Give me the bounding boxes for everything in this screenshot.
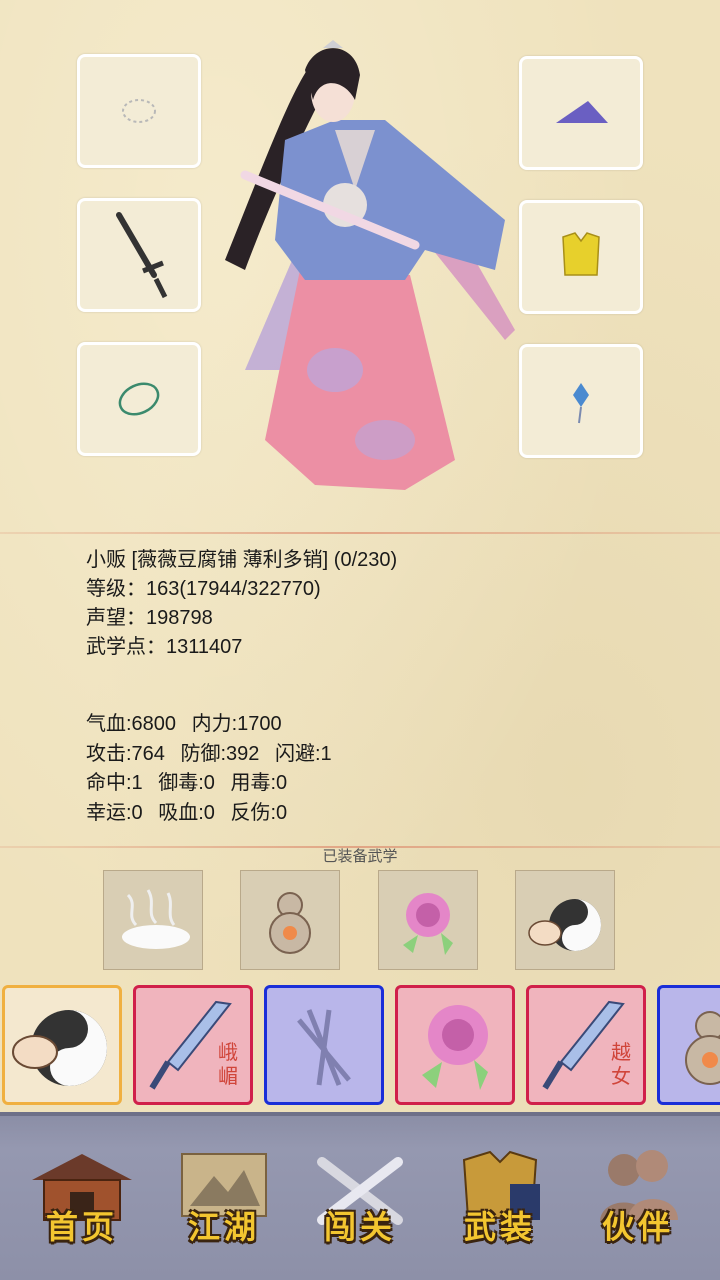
mist-icon: [122, 889, 190, 949]
stats-block: 气血:6800 内力:1700 攻击:764 防御:392 闪避:1 命中:1 …: [86, 710, 342, 828]
armor-slot[interactable]: [519, 200, 643, 314]
yin-yang-fist-icon: [12, 1010, 107, 1086]
nav-home[interactable]: 首页: [22, 1140, 142, 1258]
sect-tag: 峨嵋: [218, 1040, 238, 1088]
skill-card-3[interactable]: [264, 985, 384, 1105]
bamboo-icon: [297, 1009, 351, 1086]
character-title: 小贩 [薇薇豆腐铺 薄利多销] (0/230): [86, 549, 398, 571]
stat-mp: 内力:1700: [191, 713, 282, 735]
equipped-skill-2[interactable]: [240, 870, 340, 970]
stats-row: 攻击:764 防御:392 闪避:1: [86, 740, 342, 770]
bracelet-icon: [118, 382, 160, 416]
equipped-skill-1[interactable]: [103, 870, 203, 970]
rose-icon: [422, 1005, 488, 1090]
stat-luck: 幸运:0: [86, 801, 143, 824]
skill-card-5[interactable]: 越女: [526, 985, 646, 1105]
stat-poison-resist: 御毒:0: [158, 772, 215, 794]
stat-hit: 命中:1: [86, 772, 143, 794]
pendant-icon: [573, 383, 589, 424]
stat-poison-use: 用毒:0: [230, 772, 288, 794]
nav-jianghu[interactable]: 江湖: [164, 1140, 284, 1258]
character-illustration: [225, 40, 515, 490]
yin-yang-fist-icon: [528, 899, 601, 951]
vest-icon: [562, 232, 600, 276]
skill-card-1[interactable]: [2, 985, 122, 1105]
character-martial-points: 武学点：1311407: [86, 636, 243, 658]
stat-attack: 攻击:764: [86, 742, 165, 765]
sword-icon: [116, 212, 168, 299]
necklace-slot[interactable]: [77, 54, 201, 168]
divider-top: [0, 532, 720, 534]
skill-card-4[interactable]: [395, 985, 515, 1105]
bracelet-slot[interactable]: [77, 342, 201, 456]
equipped-martial-label: 已装备武学: [322, 848, 398, 865]
character-info: 小贩 [薇薇豆腐铺 薄利多销] (0/230) 等级：163(17944/322…: [86, 546, 397, 662]
gourd-icon: [685, 1011, 720, 1085]
stats-row: 气血:6800 内力:1700: [86, 710, 342, 740]
stats-row: 幸运:0 吸血:0 反伤:0: [86, 799, 342, 829]
skill-card-6[interactable]: [657, 985, 720, 1105]
rose-icon: [403, 893, 453, 955]
stat-hp: 气血:6800: [86, 713, 177, 735]
nav-jianghu-label: 江湖: [187, 1208, 260, 1246]
nav-home-label: 首页: [45, 1208, 118, 1246]
character-reputation: 声望：198798: [86, 607, 213, 629]
hat-slot[interactable]: [519, 56, 643, 170]
nav-chuangguan[interactable]: 闯关: [300, 1140, 420, 1258]
gourd-icon: [269, 892, 311, 954]
nav-huoban-label: 伙伴: [601, 1208, 674, 1246]
nav-chuangguan-label: 闯关: [323, 1208, 396, 1246]
sect-tag: 越女: [611, 1040, 631, 1088]
weapon-slot[interactable]: [77, 198, 201, 312]
stats-row: 命中:1 御毒:0 用毒:0: [86, 769, 342, 799]
nav-wuzhuang[interactable]: 武装: [440, 1140, 560, 1258]
nav-wuzhuang-label: 武装: [463, 1208, 536, 1246]
equipped-skill-3[interactable]: [378, 870, 478, 970]
hat-icon: [556, 101, 608, 123]
equipped-skill-4[interactable]: [515, 870, 615, 970]
skill-card-2[interactable]: 峨嵋: [133, 985, 253, 1105]
stat-lifesteal: 吸血:0: [158, 801, 215, 824]
necklace-icon: [122, 99, 156, 123]
character-level: 等级：163(17944/322770): [86, 578, 321, 600]
accessory-slot[interactable]: [519, 344, 643, 458]
nav-huoban[interactable]: 伙伴: [578, 1140, 698, 1258]
stat-reflect: 反伤:0: [230, 801, 288, 824]
stat-defense: 防御:392: [180, 742, 260, 765]
stat-dodge: 闪避:1: [275, 742, 332, 765]
